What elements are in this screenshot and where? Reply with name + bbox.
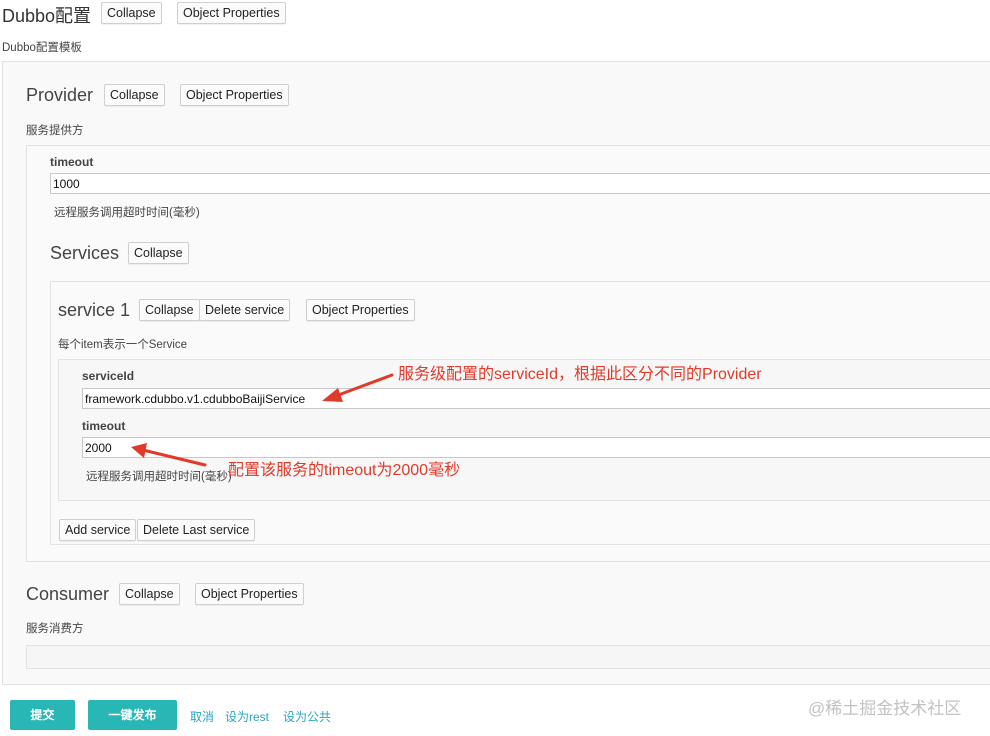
cancel-link[interactable]: 取消: [190, 708, 214, 725]
arrow-to-timeout-icon: [131, 443, 207, 467]
publish-button[interactable]: 一键发布: [88, 700, 177, 730]
annotation-serviceid-note: 服务级配置的serviceId，根据此区分不同的Provider: [398, 366, 762, 383]
annotation-timeout-note: 配置该服务的timeout为2000毫秒: [228, 462, 461, 479]
arrow-to-serviceid-icon: [322, 373, 394, 402]
set-public-link[interactable]: 设为公共: [283, 708, 331, 725]
watermark: @稀土掘金技术社区: [808, 699, 962, 718]
submit-button[interactable]: 提交: [10, 700, 75, 730]
set-rest-link[interactable]: 设为rest: [225, 708, 269, 725]
